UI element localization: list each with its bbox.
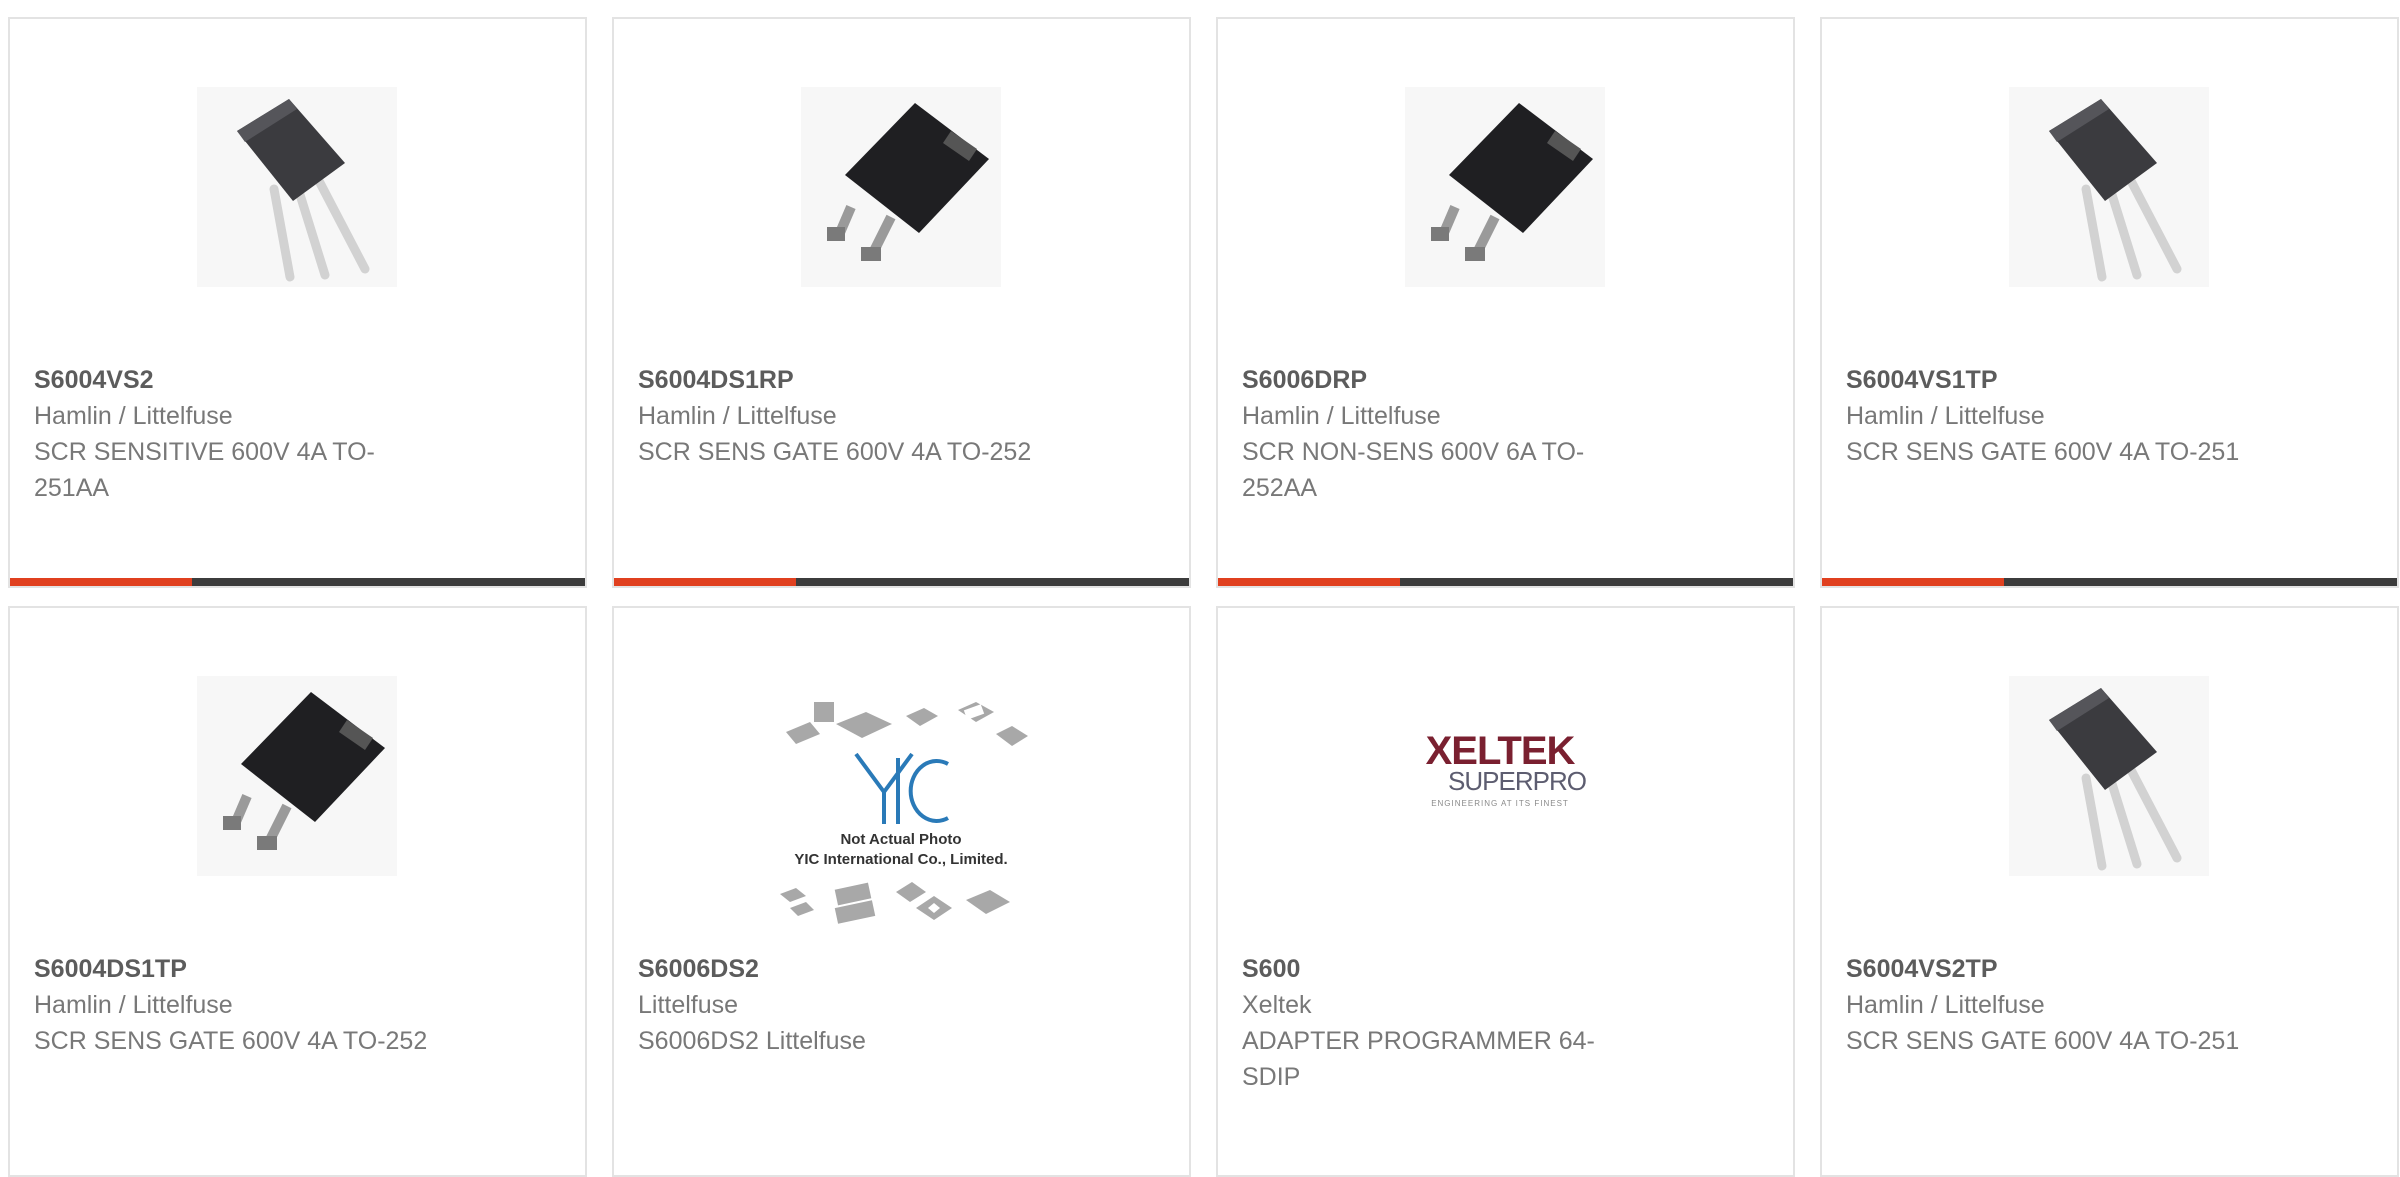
part-number[interactable]: S6004VS2 [34, 362, 464, 398]
to252-icon [1405, 87, 1605, 287]
manufacturer: Hamlin / Littelfuse [34, 402, 233, 430]
product-image[interactable] [197, 676, 397, 876]
part-number[interactable]: S6004DS1RP [638, 362, 1068, 398]
product-image[interactable] [1405, 87, 1605, 287]
to252-icon [801, 87, 1001, 287]
product-card[interactable]: S6004VS2 Hamlin / Littelfuse SCR SENSITI… [8, 17, 587, 588]
yic-placeholder-icon: Not Actual Photo YIC International Co., … [780, 702, 1028, 924]
product-card[interactable]: S6006DRP Hamlin / Littelfuse SCR NON-SEN… [1216, 17, 1795, 588]
product-card[interactable]: S6004VS1TP Hamlin / Littelfuse SCR SENS … [1820, 17, 2399, 588]
product-card[interactable]: S6004DS1RP Hamlin / Littelfuse SCR SENS … [612, 17, 1191, 588]
manufacturer: Hamlin / Littelfuse [34, 991, 233, 1019]
description: SCR SENSITIVE 600V 4A TO-251AA [34, 438, 375, 502]
card-bar [614, 578, 1189, 586]
to251-icon [2009, 676, 2209, 876]
description: SCR SENS GATE 600V 4A TO-252 [638, 438, 1032, 466]
xeltek-logo-icon: XELTEK SUPERPRO ENGINEERING AT ITS FINES… [1426, 729, 1587, 808]
manufacturer: Littelfuse [638, 991, 739, 1019]
part-number[interactable]: S6004DS1TP [34, 951, 464, 987]
product-grid: S6004VS2 Hamlin / Littelfuse SCR SENSITI… [8, 17, 2399, 1177]
part-number[interactable]: S600 [1242, 951, 1672, 987]
card-bar [10, 578, 585, 586]
part-number[interactable]: S6004VS1TP [1846, 362, 2276, 398]
xeltek-tagline: ENGINEERING AT ITS FINEST [1431, 799, 1569, 808]
product-image[interactable] [2009, 676, 2209, 876]
card-bar [1218, 578, 1793, 586]
xeltek-product: SUPERPRO [1448, 766, 1586, 796]
yic-line2: YIC International Co., Limited. [794, 851, 1007, 868]
description: SCR SENS GATE 600V 4A TO-251 [1846, 438, 2240, 466]
to252-icon [197, 676, 397, 876]
to251-icon [2009, 87, 2209, 287]
product-card[interactable]: S6004VS2TP Hamlin / Littelfuse SCR SENS … [1820, 606, 2399, 1177]
product-image[interactable]: XELTEK SUPERPRO ENGINEERING AT ITS FINES… [1395, 726, 1605, 816]
description: ADAPTER PROGRAMMER 64-SDIP [1242, 1027, 1595, 1091]
part-number[interactable]: S6006DRP [1242, 362, 1672, 398]
product-image[interactable] [801, 87, 1001, 287]
yic-line1: Not Actual Photo [840, 831, 961, 848]
manufacturer: Hamlin / Littelfuse [1242, 402, 1441, 430]
to251-icon [197, 87, 397, 287]
description: SCR SENS GATE 600V 4A TO-252 [34, 1027, 428, 1055]
manufacturer: Hamlin / Littelfuse [638, 402, 837, 430]
part-number[interactable]: S6004VS2TP [1846, 951, 2276, 987]
card-bar-accent [1822, 578, 2004, 586]
description: SCR NON-SENS 600V 6A TO-252AA [1242, 438, 1585, 502]
description: SCR SENS GATE 600V 4A TO-251 [1846, 1027, 2240, 1055]
card-bar-accent [1218, 578, 1400, 586]
card-bar [1822, 578, 2397, 586]
part-number[interactable]: S6006DS2 [638, 951, 1068, 987]
manufacturer: Hamlin / Littelfuse [1846, 402, 2045, 430]
manufacturer: Hamlin / Littelfuse [1846, 991, 2045, 1019]
card-bar-accent [10, 578, 192, 586]
product-image[interactable]: Not Actual Photo YIC International Co., … [766, 694, 1036, 934]
product-image[interactable] [197, 87, 397, 287]
product-card[interactable]: S6004DS1TP Hamlin / Littelfuse SCR SENS … [8, 606, 587, 1177]
manufacturer: Xeltek [1242, 991, 1312, 1019]
product-card[interactable]: Not Actual Photo YIC International Co., … [612, 606, 1191, 1177]
product-card[interactable]: XELTEK SUPERPRO ENGINEERING AT ITS FINES… [1216, 606, 1795, 1177]
description: S6006DS2 Littelfuse [638, 1027, 866, 1055]
product-image[interactable] [2009, 87, 2209, 287]
card-bar-accent [614, 578, 796, 586]
